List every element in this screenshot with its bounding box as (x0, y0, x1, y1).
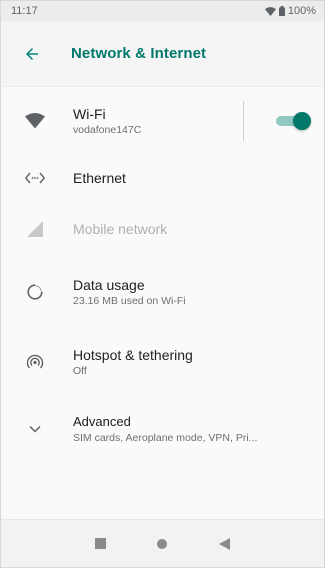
hotspot-summary: Off (73, 364, 87, 377)
data-usage-text: Data usage 23.16 MB used on Wi-Fi (73, 276, 324, 309)
data-usage-item[interactable]: Data usage 23.16 MB used on Wi-Fi (1, 257, 324, 327)
wifi-toggle[interactable] (274, 112, 311, 130)
ethernet-label: Ethernet (73, 170, 126, 186)
hotspot-icon (23, 350, 47, 374)
phone-screen: 11:17 100% Network & Internet Wi-Fi voda… (0, 0, 325, 568)
data-usage-label: Data usage (73, 276, 145, 293)
page-title: Network & Internet (71, 45, 207, 62)
navigation-bar (1, 519, 324, 567)
data-usage-icon (23, 280, 47, 304)
wifi-toggle-container (243, 87, 311, 155)
ethernet-icon (23, 166, 47, 190)
recents-icon[interactable] (86, 530, 114, 558)
mobile-network-item: Mobile network (1, 201, 324, 257)
battery-percent: 100% (287, 5, 316, 17)
wifi-status-icon (264, 6, 276, 16)
advanced-text: Advanced SIM cards, Aeroplane mode, VPN,… (73, 413, 324, 446)
battery-icon (278, 6, 285, 16)
vertical-divider (243, 101, 244, 141)
back-triangle-icon[interactable] (211, 530, 239, 558)
hotspot-item[interactable]: Hotspot & tethering Off (1, 327, 324, 397)
settings-list: Wi-Fi vodafone147C Ethernet Mobile netwo… (1, 87, 324, 461)
ethernet-text: Ethernet (73, 169, 324, 187)
mobile-network-text: Mobile network (73, 220, 324, 238)
app-bar: Network & Internet (1, 21, 324, 87)
advanced-item[interactable]: Advanced SIM cards, Aeroplane mode, VPN,… (1, 397, 324, 461)
toggle-thumb (293, 112, 311, 130)
arrow-back-icon[interactable] (15, 37, 49, 71)
cellular-icon (23, 217, 47, 241)
status-time: 11:17 (11, 5, 38, 17)
data-usage-summary: 23.16 MB used on Wi-Fi (73, 294, 186, 307)
hotspot-text: Hotspot & tethering Off (73, 346, 324, 379)
status-bar: 11:17 100% (1, 1, 324, 21)
chevron-down-icon (23, 417, 47, 441)
advanced-label: Advanced (73, 413, 131, 429)
hotspot-label: Hotspot & tethering (73, 346, 193, 363)
wifi-icon (23, 109, 47, 133)
mobile-network-label: Mobile network (73, 221, 168, 237)
home-icon[interactable] (148, 530, 176, 558)
wifi-item[interactable]: Wi-Fi vodafone147C (1, 87, 324, 155)
ethernet-item[interactable]: Ethernet (1, 155, 324, 201)
advanced-summary: SIM cards, Aeroplane mode, VPN, Pri... (73, 431, 258, 444)
status-icons: 100% (264, 5, 316, 17)
